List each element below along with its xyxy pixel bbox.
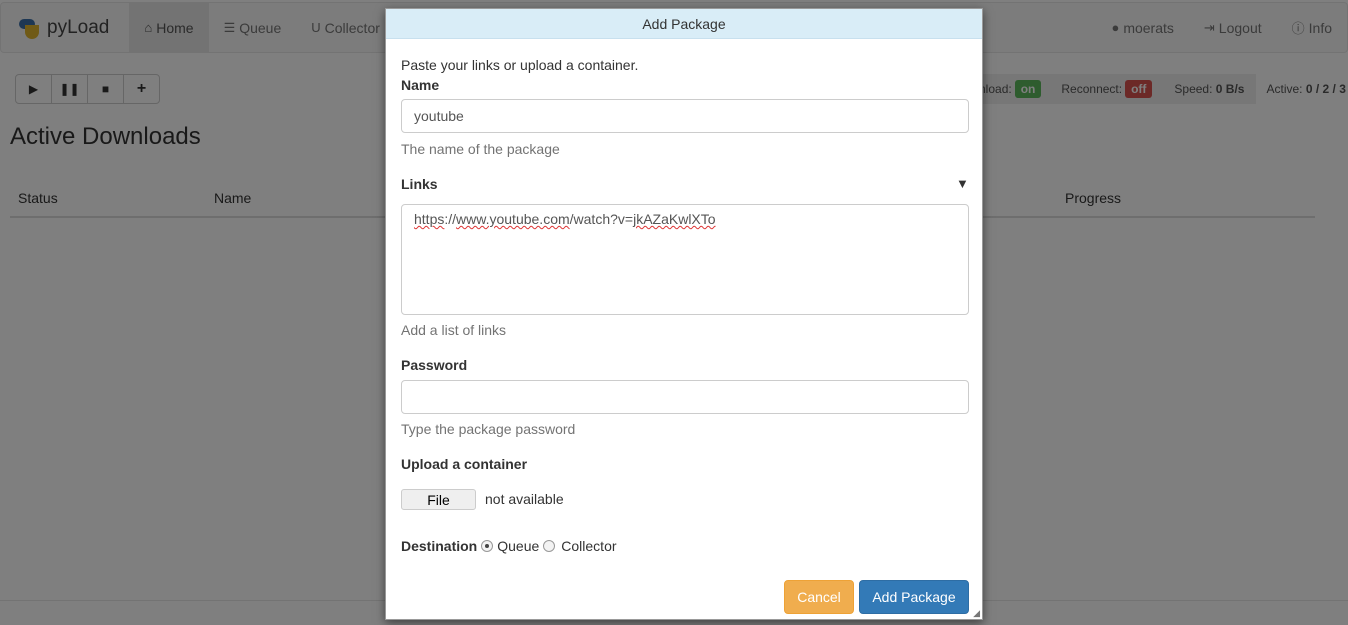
file-button[interactable]: File bbox=[401, 489, 476, 510]
name-input[interactable] bbox=[401, 99, 969, 133]
file-status: not available bbox=[485, 491, 564, 507]
links-label: Links bbox=[401, 176, 438, 192]
radio-collector[interactable] bbox=[543, 540, 556, 552]
add-package-modal: Add Package Paste your links or upload a… bbox=[385, 8, 983, 620]
upload-label: Upload a container bbox=[401, 456, 528, 472]
modal-title: Add Package bbox=[386, 9, 982, 39]
password-input[interactable] bbox=[401, 380, 969, 414]
modal-intro: Paste your links or upload a container. bbox=[401, 57, 639, 73]
add-package-button[interactable]: Add Package bbox=[859, 580, 969, 614]
resize-handle-icon[interactable]: ◢ bbox=[973, 608, 980, 619]
password-help: Type the package password bbox=[401, 421, 576, 437]
cancel-button[interactable]: Cancel bbox=[784, 580, 854, 614]
name-label: Name bbox=[401, 77, 440, 93]
radio-collector-label: Collector bbox=[561, 538, 617, 554]
filter-icon[interactable]: ▼ bbox=[956, 176, 969, 191]
name-help: The name of the package bbox=[401, 141, 560, 157]
password-label: Password bbox=[401, 357, 468, 373]
destination-label: Destination bbox=[401, 538, 478, 554]
radio-queue[interactable] bbox=[481, 540, 494, 552]
radio-queue-label: Queue bbox=[497, 538, 540, 554]
links-help: Add a list of links bbox=[401, 322, 507, 338]
links-textarea[interactable]: https://www.youtube.com/watch?v=jkAZaKwl… bbox=[401, 204, 969, 315]
